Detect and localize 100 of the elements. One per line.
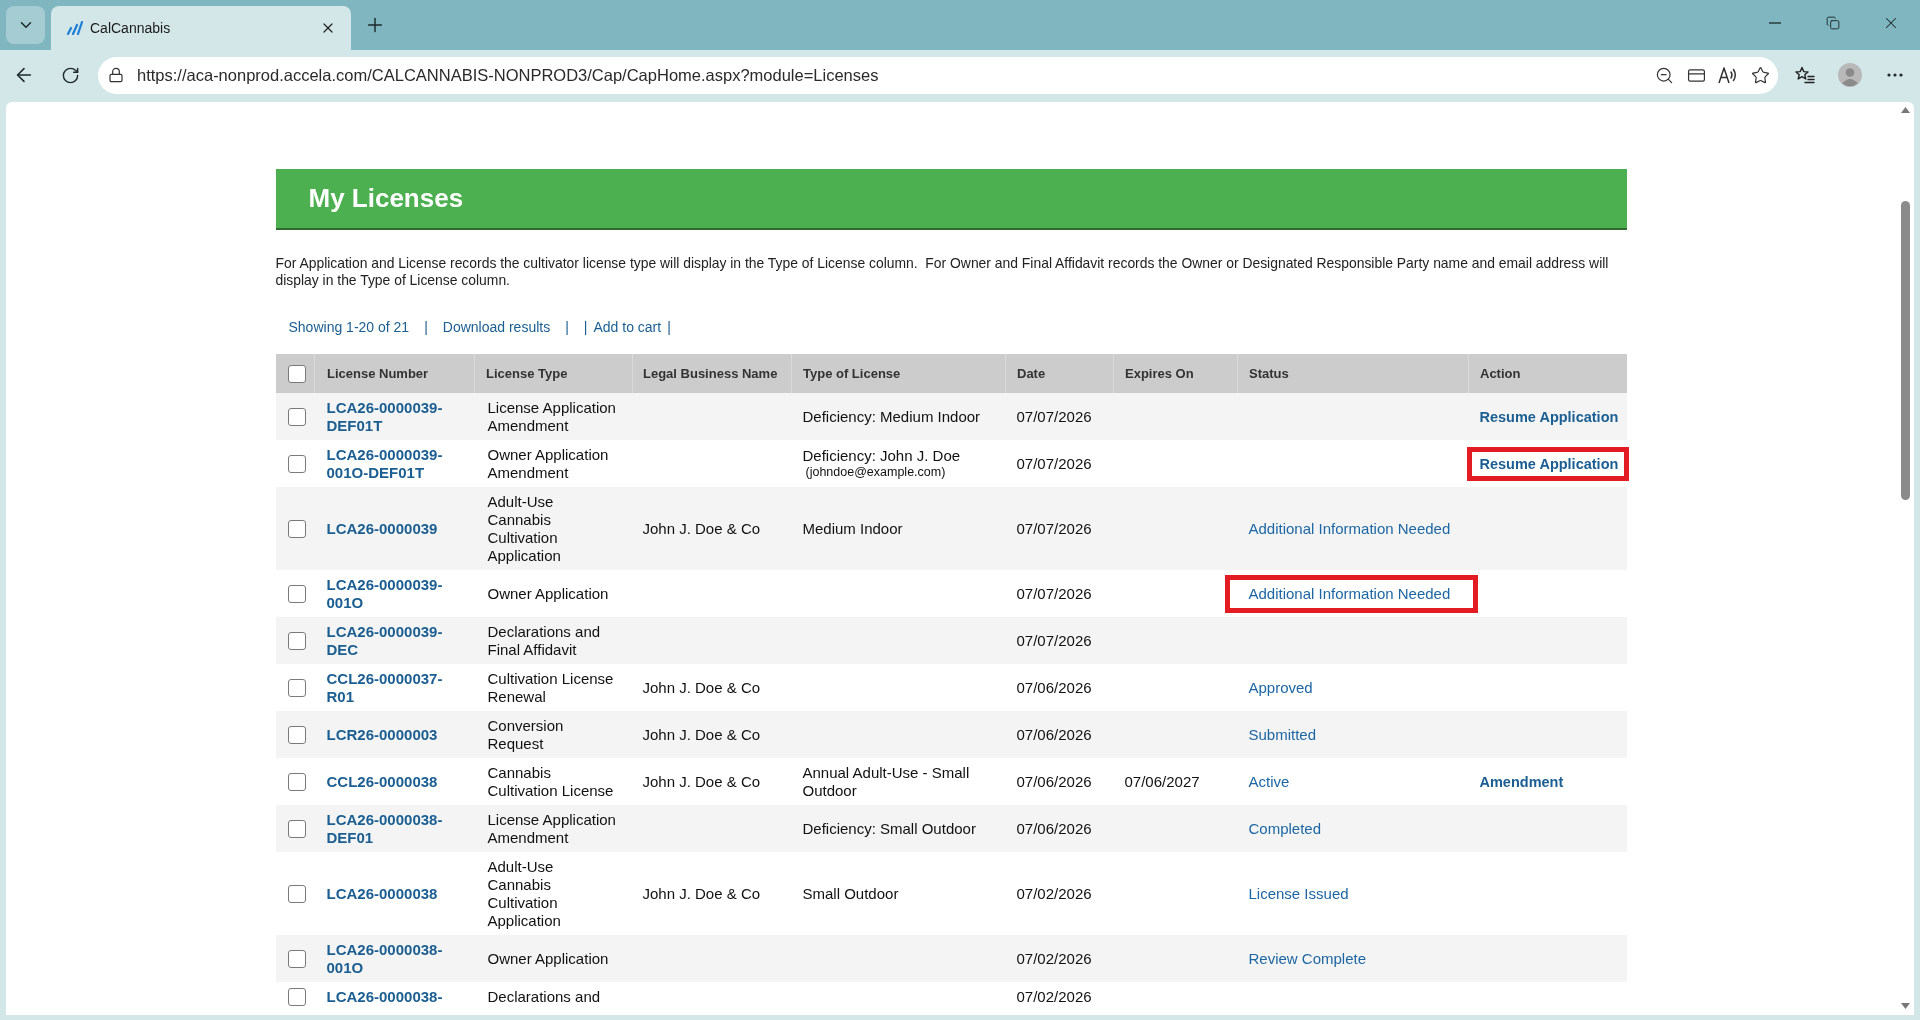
email-text: (johndoe@example.com) (805, 465, 947, 480)
action-link[interactable]: Resume Application (1479, 408, 1619, 425)
table-cell: Owner Application (474, 570, 633, 617)
table-cell: Owner Application Amendment (474, 440, 633, 487)
table-cell: John J. Doe & Co (632, 664, 792, 711)
table-cell: Cultivation License Renewal (474, 664, 633, 711)
status-link[interactable]: Submitted (1248, 725, 1317, 743)
license-number-link[interactable]: CCL26-0000038 (326, 772, 438, 791)
separator-text: | (667, 319, 671, 335)
row-checkbox[interactable] (288, 884, 306, 903)
separator-text: | (424, 319, 428, 335)
column-header: Expires On (1113, 354, 1238, 393)
table-cell: 07/07/2026 (1005, 440, 1114, 487)
page-title: My Licenses (308, 183, 464, 214)
license-number-link[interactable]: LCA26-0000038-DEF01 (326, 810, 463, 847)
row-checkbox[interactable] (288, 407, 306, 426)
status-link[interactable]: Review Complete (1248, 949, 1367, 967)
license-number-link[interactable]: LCA26-0000039 (326, 519, 438, 538)
scroll-up-icon[interactable] (1900, 107, 1910, 113)
column-header: Legal Business Name (632, 354, 792, 393)
table-cell: 07/06/2026 (1005, 664, 1114, 711)
row-checkbox[interactable] (288, 584, 306, 603)
row-checkbox[interactable] (288, 949, 306, 968)
table-cell: John J. Doe & Co (632, 487, 792, 570)
result-count: Showing 1-20 of 21 (288, 319, 410, 335)
row-checkbox[interactable] (288, 631, 306, 650)
table-cell: 07/02/2026 (1005, 852, 1114, 935)
select-all-checkbox[interactable] (287, 364, 306, 383)
status-link[interactable]: License Issued (1248, 884, 1349, 902)
table-cell: 07/07/2026 (1005, 570, 1114, 617)
license-number-link[interactable]: LCR26-0000003 (326, 725, 438, 744)
column-header: Type of License (791, 354, 1006, 393)
table-cell: License Application Amendment (474, 805, 633, 852)
status-link[interactable]: Additional Information Needed (1248, 519, 1451, 537)
read-aloud-icon (1718, 66, 1738, 84)
table-cell: 07/07/2026 (1005, 617, 1114, 664)
table-cell: Adult-Use Cannabis Cultivation Application (474, 487, 633, 570)
table-cell: 07/07/2026 (1005, 487, 1114, 570)
scrollbar-thumb[interactable] (1900, 201, 1910, 500)
column-header: License Type (474, 354, 633, 393)
table-cell: Owner Application (474, 935, 633, 982)
license-number-link[interactable]: LCA26-0000039-DEC (326, 622, 463, 659)
license-number-link[interactable]: LCA26-0000039-DEF01T (326, 398, 463, 435)
status-link[interactable]: Active (1248, 772, 1290, 790)
more-icon (1887, 73, 1903, 77)
table-cell: Declarations and Final Affidavit (474, 617, 633, 664)
separator-text: | (565, 319, 569, 335)
table-cell: Adult-Use Cannabis Cultivation Application (474, 852, 633, 935)
license-number-link[interactable]: LCA26-0000038- (326, 987, 443, 1006)
table-cell: Conversion Request (474, 711, 633, 758)
star-icon (1750, 65, 1770, 85)
table-cell: John J. Doe & Co (632, 758, 792, 805)
column-header: Date (1005, 354, 1114, 393)
row-checkbox[interactable] (288, 819, 306, 838)
result-link[interactable]: Download results (442, 319, 551, 335)
table-cell: Cannabis Cultivation License (474, 758, 633, 805)
table-cell: Declarations and (474, 982, 633, 1011)
separator-text: | (583, 319, 588, 335)
table-cell: 07/02/2026 (1005, 982, 1114, 1011)
table-cell: John J. Doe & Co (632, 852, 792, 935)
table-cell: John J. Doe & Co (632, 711, 792, 758)
license-number-link[interactable]: LCA26-0000039-001O-DEF01T (326, 445, 463, 482)
row-checkbox[interactable] (288, 519, 306, 538)
row-checkbox[interactable] (288, 987, 306, 1006)
action-link[interactable]: Amendment (1479, 773, 1564, 790)
status-link[interactable]: Approved (1248, 678, 1313, 696)
table-cell: 07/06/2026 (1005, 805, 1114, 852)
row-checkbox[interactable] (288, 725, 306, 744)
column-header: License Number (314, 354, 475, 393)
table-cell: 07/07/2026 (1005, 393, 1114, 440)
row-checkbox[interactable] (288, 678, 306, 697)
table-cell: 07/06/2026 (1005, 758, 1114, 805)
minimize-icon (1769, 22, 1781, 24)
status-link[interactable]: Additional Information Needed (1248, 584, 1451, 602)
column-header: Status (1237, 354, 1469, 393)
action-link[interactable]: Resume Application (1479, 455, 1619, 472)
address-bar[interactable]: https://aca-nonprod.accela.com/CALCANNABIS-NONPROD3/Cap/CapHome.aspx?module=Licenses (98, 56, 1778, 94)
license-number-link[interactable]: CCL26-0000037-R01 (326, 669, 463, 706)
lock-icon (108, 67, 124, 83)
table-cell: Deficiency: Medium Indoor (791, 393, 1006, 440)
table-cell: 07/02/2026 (1005, 935, 1114, 982)
license-number-link[interactable]: LCA26-0000038 (326, 884, 438, 903)
license-number-link[interactable]: LCA26-0000039-001O (326, 575, 463, 612)
avatar-icon (1838, 63, 1862, 87)
status-link[interactable]: Completed (1248, 819, 1322, 837)
intro-text: For Application and License records the cultivator license type will display in the Type of License column. For Owner and Final Affidavit records the Owner or Designated Responsible Party name and email address will display in the Type of License column. (275, 255, 1610, 289)
row-checkbox[interactable] (288, 454, 306, 473)
column-header: Action (1468, 354, 1627, 393)
row-checkbox[interactable] (288, 772, 306, 791)
browser-tab[interactable]: CalCannabis (51, 6, 351, 50)
table-cell: Annual Adult-Use - Small Outdoor (791, 758, 1006, 805)
table-cell: 07/06/2026 (1005, 711, 1114, 758)
table-cell: Small Outdoor (791, 852, 1006, 935)
result-link[interactable]: Add to cart (593, 319, 662, 335)
table-cell: Medium Indoor (791, 487, 1006, 570)
license-number-link[interactable]: LCA26-0000038-001O (326, 940, 463, 977)
scroll-down-icon[interactable] (1900, 1003, 1910, 1009)
zoom-out-icon (1654, 65, 1674, 85)
reload-icon (60, 65, 80, 85)
restore-icon (1826, 16, 1840, 30)
